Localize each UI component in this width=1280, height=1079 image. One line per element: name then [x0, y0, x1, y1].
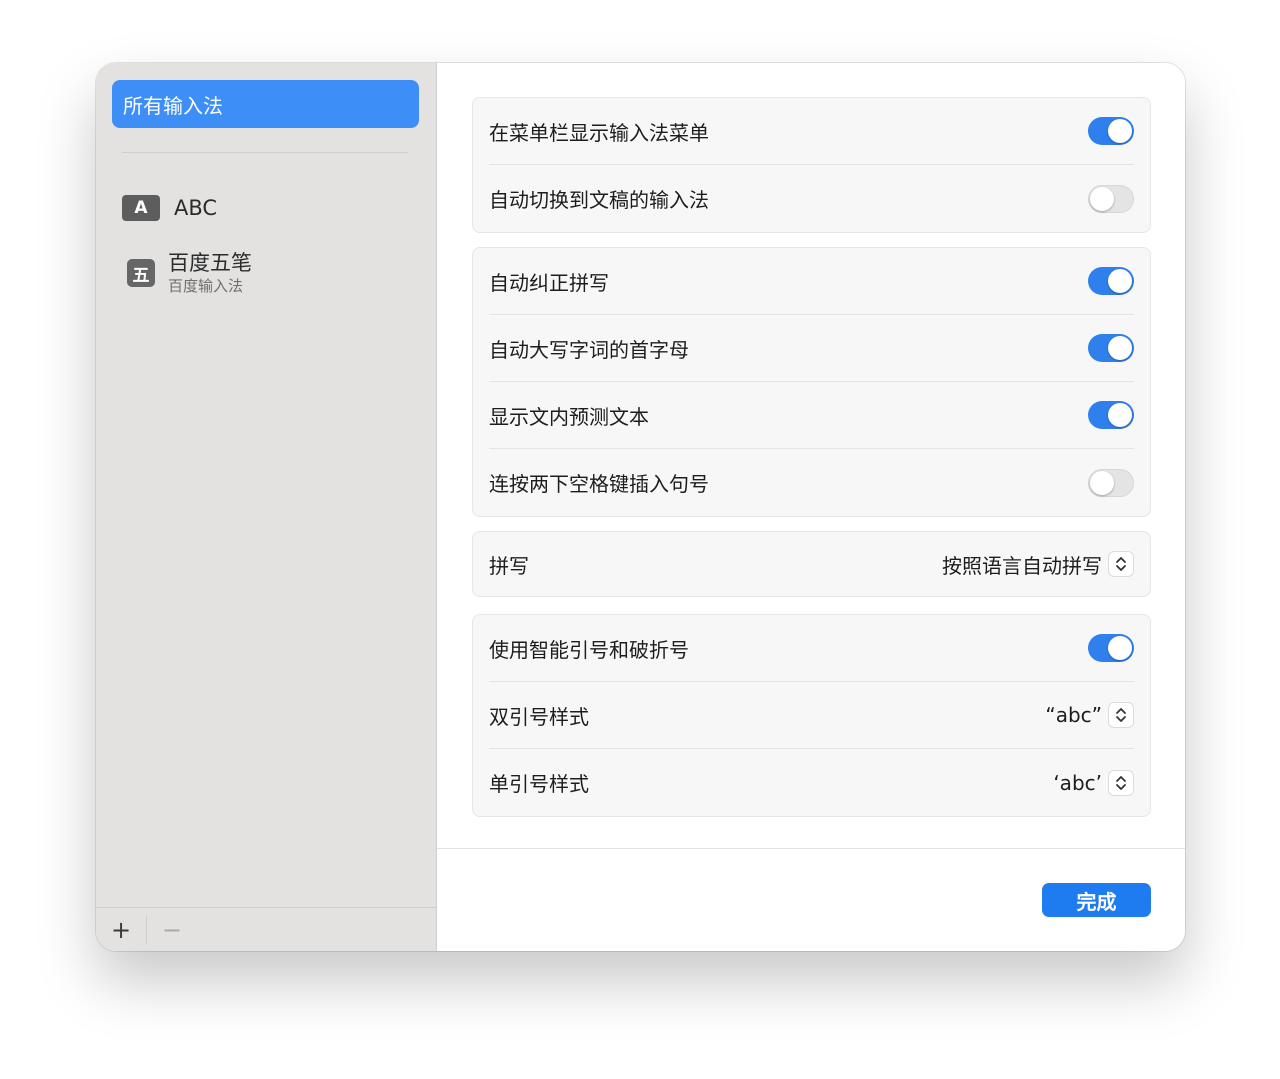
toggle-knob [1090, 470, 1114, 495]
settings-row: 使用智能引号和破折号 [489, 615, 1134, 682]
settings-row: 显示文内预测文本 [489, 382, 1134, 449]
settings-row: 拼写 按照语言自动拼写 [489, 532, 1134, 596]
sidebar-item-abc[interactable]: A ABC [122, 191, 217, 225]
add-input-source-button[interactable]: + [96, 908, 146, 951]
done-button[interactable]: 完成 [1042, 883, 1151, 917]
settings-row: 单引号样式 ‘abc’ [489, 749, 1134, 816]
typing-settings-group: 自动纠正拼写 自动大写字词的首字母 显示文内预测文本 连按两下空格键插入句号 [472, 247, 1151, 517]
chevron-up-down-icon [1108, 702, 1134, 728]
sidebar-item-label: 所有输入法 [123, 93, 223, 118]
spelling-settings-group: 拼写 按照语言自动拼写 [472, 531, 1151, 597]
settings-row: 连按两下空格键插入句号 [489, 449, 1134, 516]
predictive-text-label: 显示文内预测文本 [489, 404, 649, 429]
double-space-period-label: 连按两下空格键插入句号 [489, 472, 709, 496]
double-quote-style-popup[interactable]: “abc” [1045, 702, 1134, 728]
auto-switch-input-toggle[interactable] [1088, 184, 1134, 213]
input-sources-window: 所有输入法 A ABC 五 百度五笔 百度输入法 + − 在菜单栏显示输入法菜单 [96, 63, 1185, 951]
double-space-period-toggle[interactable] [1088, 468, 1134, 497]
toggle-knob [1108, 119, 1132, 143]
toggle-knob [1108, 403, 1132, 427]
toggle-knob [1108, 636, 1132, 660]
predictive-text-toggle[interactable] [1088, 401, 1134, 429]
show-input-menu-label: 在菜单栏显示输入法菜单 [489, 120, 709, 145]
auto-capitalize-toggle[interactable] [1088, 334, 1134, 362]
chevron-up-down-icon [1108, 769, 1134, 796]
spelling-popup[interactable]: 按照语言自动拼写 [942, 550, 1134, 579]
smart-quotes-toggle[interactable] [1088, 634, 1134, 662]
footer-divider [437, 848, 1185, 849]
auto-switch-input-label: 自动切换到文稿的输入法 [489, 188, 709, 212]
settings-row: 在菜单栏显示输入法菜单 [489, 98, 1134, 165]
quotes-settings-group: 使用智能引号和破折号 双引号样式 “abc” 单引号样式 ‘abc’ [472, 614, 1151, 817]
sidebar-footer: + − [96, 907, 436, 951]
double-quote-style-label: 双引号样式 [489, 704, 589, 729]
settings-row: 自动纠正拼写 [489, 248, 1134, 315]
spelling-value: 按照语言自动拼写 [942, 553, 1102, 578]
double-quote-style-value: “abc” [1045, 703, 1102, 727]
sidebar-item-texts: 百度五笔 百度输入法 [168, 250, 252, 296]
settings-row: 自动大写字词的首字母 [489, 315, 1134, 382]
smart-quotes-label: 使用智能引号和破折号 [489, 637, 689, 662]
single-quote-style-label: 单引号样式 [489, 772, 589, 796]
wubi-input-icon: 五 [127, 259, 155, 287]
chevron-up-down-icon [1108, 551, 1134, 577]
sidebar-item-label: ABC [174, 196, 218, 220]
sidebar-item-all-input-sources[interactable]: 所有输入法 [112, 80, 419, 128]
abc-input-icon: A [122, 195, 160, 221]
menu-settings-group: 在菜单栏显示输入法菜单 自动切换到文稿的输入法 [472, 97, 1151, 233]
settings-row: 双引号样式 “abc” [489, 682, 1134, 749]
toggle-knob [1108, 336, 1132, 360]
show-input-menu-toggle[interactable] [1088, 117, 1134, 145]
sidebar-item-label: 百度五笔 [168, 251, 252, 275]
autocorrect-toggle[interactable] [1088, 267, 1134, 295]
toggle-knob [1090, 186, 1114, 211]
sidebar-item-baidu-wubi[interactable]: 五 百度五笔 百度输入法 [122, 248, 252, 298]
remove-input-source-button[interactable]: − [147, 908, 197, 951]
sidebar-item-sublabel: 百度输入法 [168, 277, 244, 295]
auto-capitalize-label: 自动大写字词的首字母 [489, 337, 689, 362]
settings-pane: 在菜单栏显示输入法菜单 自动切换到文稿的输入法 自动纠正拼写 自动大写字词的首字… [437, 63, 1185, 951]
autocorrect-label: 自动纠正拼写 [489, 270, 609, 295]
settings-row: 自动切换到文稿的输入法 [489, 165, 1134, 232]
sidebar-divider [122, 152, 408, 153]
toggle-knob [1108, 269, 1132, 293]
spelling-label: 拼写 [489, 553, 529, 578]
single-quote-style-popup[interactable]: ‘abc’ [1053, 769, 1134, 796]
single-quote-style-value: ‘abc’ [1053, 770, 1102, 795]
sidebar: 所有输入法 A ABC 五 百度五笔 百度输入法 + − [96, 63, 437, 951]
